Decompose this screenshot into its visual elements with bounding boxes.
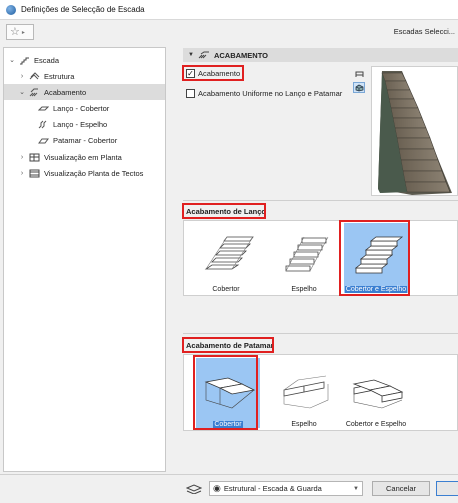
collapse-triangle-icon[interactable]: ▼ — [188, 52, 194, 58]
stair-tread-only-icon — [204, 236, 254, 270]
ok-button[interactable] — [436, 481, 458, 496]
tree-item-label: Visualização em Planta — [44, 152, 122, 162]
tree-item-label: Lanço - Espelho — [53, 119, 108, 129]
highlight-box — [193, 355, 258, 430]
chevron-down-icon: ▼ — [353, 485, 359, 492]
chevron-right-icon[interactable]: › — [18, 73, 26, 80]
highlight-box — [182, 65, 244, 81]
stair-3d-icon — [355, 84, 363, 91]
chevron-down-icon[interactable]: ⌄ — [8, 56, 16, 64]
section-header[interactable]: ▼ ACABAMENTO — [183, 48, 458, 62]
highlight-box — [182, 203, 266, 219]
flight-finish-options: Cobertor Espelho Cobertor e Espelho — [183, 220, 458, 296]
tree-item-label: Lanço - Cobertor — [53, 103, 110, 113]
uniform-finish-checkbox[interactable]: Acabamento Uniforme no Lanço e Patamar — [186, 89, 342, 98]
floor-plan-icon — [29, 153, 40, 161]
toolbar: ☆ ▸ Escadas Selecci... — [0, 20, 458, 44]
tree-item-label: Escada — [34, 55, 60, 65]
app-icon — [6, 4, 16, 15]
tread-icon — [38, 106, 49, 110]
section-divider — [183, 333, 458, 334]
preview-3d-button[interactable] — [353, 82, 365, 93]
cancel-button[interactable]: Cancelar — [372, 481, 430, 496]
window-title: Definições de Selecção de Escada — [21, 5, 145, 14]
option-label: Cobertor — [212, 286, 240, 293]
tree-item-label: Estrutura — [44, 71, 75, 81]
tree-item-lanco-cobertor[interactable]: Lanço - Cobertor — [4, 100, 165, 116]
highlight-box — [182, 337, 274, 353]
landing-tread-icon — [38, 138, 49, 143]
landing-riser-only-icon — [283, 375, 329, 409]
eye-icon: ◉ — [213, 483, 221, 493]
option-label: Espelho — [291, 421, 317, 428]
finish-icon — [29, 88, 38, 96]
flight-option-espelho[interactable]: Espelho — [270, 221, 338, 295]
layer-name: Estrutural - Escada & Guarda — [223, 484, 322, 493]
settings-tree: ⌄ Escada › Estrutura ⌄ Acabamento Lanço … — [3, 47, 166, 472]
chevron-right-icon[interactable]: › — [18, 170, 26, 177]
landing-option-cobertor-espelho[interactable]: Cobertor e Espelho — [342, 356, 410, 430]
title-bar: Definições de Selecção de Escada — [0, 0, 458, 20]
preview-2d-button[interactable] — [353, 68, 365, 79]
tree-item-estrutura[interactable]: › Estrutura — [4, 68, 165, 84]
highlight-box — [339, 220, 410, 296]
riser-icon — [38, 120, 47, 128]
option-label: Cobertor e Espelho — [345, 421, 407, 428]
layer-dropdown[interactable]: ◉ Estrutural - Escada & Guarda ▼ — [209, 481, 363, 496]
layer-icon — [186, 484, 202, 494]
checkbox-unchecked-icon[interactable] — [186, 89, 195, 98]
tree-item-acabamento[interactable]: ⌄ Acabamento — [4, 84, 165, 100]
stair-riser-only-icon — [285, 236, 329, 272]
stair-3d-preview[interactable] — [371, 66, 458, 196]
tree-item-patamar-cobertor[interactable]: Patamar - Cobertor — [4, 132, 165, 148]
ceiling-plan-icon — [29, 169, 40, 177]
tree-item-visualizacao-tectos[interactable]: › Visualização Planta de Tectos — [4, 165, 165, 181]
tree-item-label: Acabamento — [44, 87, 87, 97]
structure-icon — [29, 71, 40, 79]
chevron-right-icon[interactable]: › — [18, 154, 26, 161]
favorites-button[interactable]: ☆ ▸ — [6, 24, 34, 40]
option-label: Espelho — [291, 286, 317, 293]
star-icon: ☆ — [10, 25, 20, 38]
selection-label: Escadas Selecci... — [393, 27, 455, 36]
tree-item-lanco-espelho[interactable]: Lanço - Espelho — [4, 116, 165, 132]
tree-item-label: Visualização Planta de Tectos — [44, 168, 144, 178]
landing-tread-riser-icon — [352, 379, 404, 409]
stair-2d-icon — [355, 71, 363, 77]
chevron-down-icon[interactable]: ⌄ — [18, 88, 26, 96]
stair-preview-image — [378, 71, 452, 195]
tree-item-escada[interactable]: ⌄ Escada — [4, 52, 165, 68]
tree-item-label: Patamar - Cobertor — [53, 135, 118, 145]
checkbox-label: Acabamento Uniforme no Lanço e Patamar — [198, 89, 343, 98]
flight-option-cobertor[interactable]: Cobertor — [192, 221, 260, 295]
landing-option-espelho[interactable]: Espelho — [270, 356, 338, 430]
caret-right-icon: ▸ — [21, 29, 25, 36]
finish-icon — [198, 51, 209, 59]
tree-item-visualizacao-planta[interactable]: › Visualização em Planta — [4, 149, 165, 165]
section-title: ACABAMENTO — [213, 50, 268, 60]
stair-icon — [20, 57, 29, 64]
section-divider — [183, 200, 458, 201]
